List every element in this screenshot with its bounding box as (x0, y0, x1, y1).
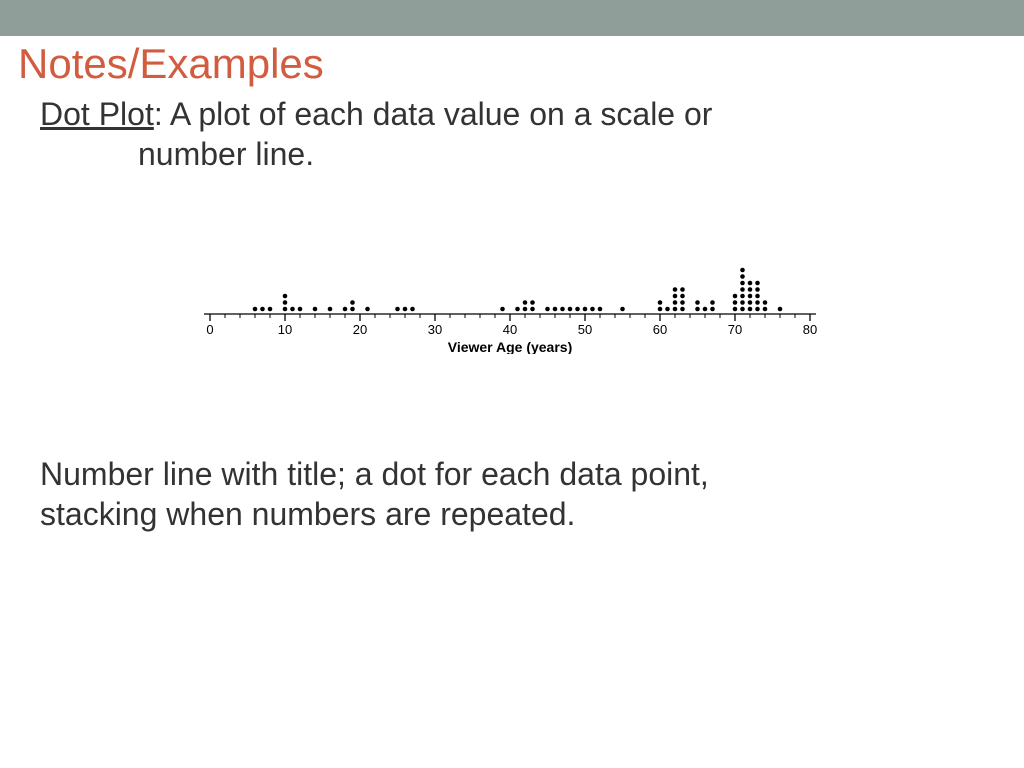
definition-line-2: number line. (138, 134, 964, 174)
dot-plot-chart: 0 10 20 30 40 50 60 70 80 Viewer Age (years) (190, 204, 830, 354)
definition-term: Dot Plot (40, 96, 154, 132)
definition-rest: : A plot of each data value on a scale o… (154, 96, 713, 132)
slide-title: Notes/Examples (18, 40, 1024, 88)
svg-text:30: 30 (428, 322, 442, 337)
svg-text:20: 20 (353, 322, 367, 337)
svg-text:0: 0 (206, 322, 213, 337)
svg-text:40: 40 (503, 322, 517, 337)
definition-line-1: Dot Plot: A plot of each data value on a… (40, 94, 964, 134)
slide-top-accent-bar (0, 0, 1024, 36)
svg-text:Viewer Age (years): Viewer Age (years) (448, 339, 573, 354)
svg-text:10: 10 (278, 322, 292, 337)
svg-text:80: 80 (803, 322, 817, 337)
svg-text:70: 70 (728, 322, 742, 337)
explanation-line-1: Number line with title; a dot for each d… (40, 454, 964, 494)
svg-text:50: 50 (578, 322, 592, 337)
explanation-line-2: stacking when numbers are repeated. (40, 494, 964, 534)
svg-text:60: 60 (653, 322, 667, 337)
